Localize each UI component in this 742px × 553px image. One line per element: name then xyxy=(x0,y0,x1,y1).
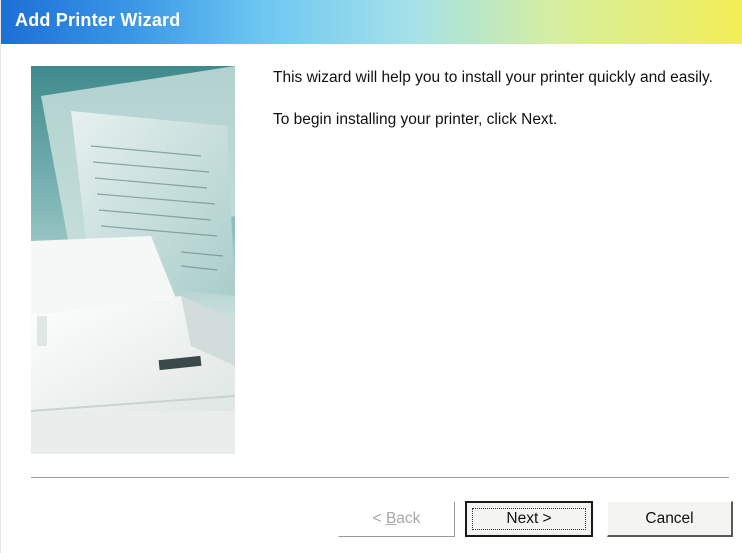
wizard-title: Add Printer Wizard xyxy=(15,10,181,30)
next-button[interactable]: Next > xyxy=(465,501,593,537)
back-button-label: < Back xyxy=(373,510,421,527)
cancel-button[interactable]: Cancel xyxy=(607,501,733,537)
wizard-title-bar: Add Printer Wizard xyxy=(1,0,742,44)
intro-description: This wizard will help you to install you… xyxy=(273,69,713,86)
back-button-mnemonic: B xyxy=(385,510,397,527)
footer-separator xyxy=(31,477,729,479)
back-button[interactable]: < Back xyxy=(338,501,455,537)
printer-illustration-image xyxy=(31,66,235,454)
back-button-arrow: < xyxy=(372,510,386,527)
back-button-text: ack xyxy=(396,510,421,527)
add-printer-wizard-dialog: Add Printer Wizard This wizard will help… xyxy=(0,0,742,553)
intro-instruction: To begin installing your printer, click … xyxy=(273,111,558,128)
cancel-button-label: Cancel xyxy=(645,510,694,527)
next-button-label: Next > xyxy=(506,510,552,527)
wizard-intro: This wizard will help you to install you… xyxy=(273,68,733,130)
